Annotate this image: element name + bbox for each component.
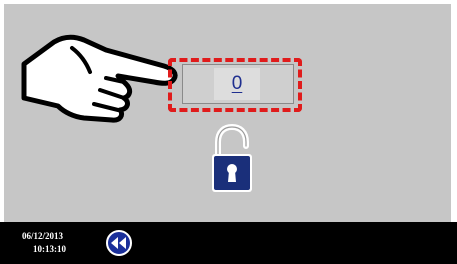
time-label: 10:13:10 [33, 244, 66, 254]
back-button[interactable] [106, 230, 132, 256]
unlocked-padlock-icon[interactable] [210, 124, 254, 194]
entry-value: 0 [231, 73, 243, 94]
datetime-display: 06/12/2013 10:13:10 [22, 230, 92, 256]
date-label: 06/12/2013 [22, 231, 64, 241]
pointing-hand-icon [21, 34, 178, 123]
numeric-entry-value-box[interactable]: 0 [214, 68, 260, 100]
hmi-screen: 0 [4, 4, 451, 222]
rewind-back-icon [106, 230, 132, 256]
